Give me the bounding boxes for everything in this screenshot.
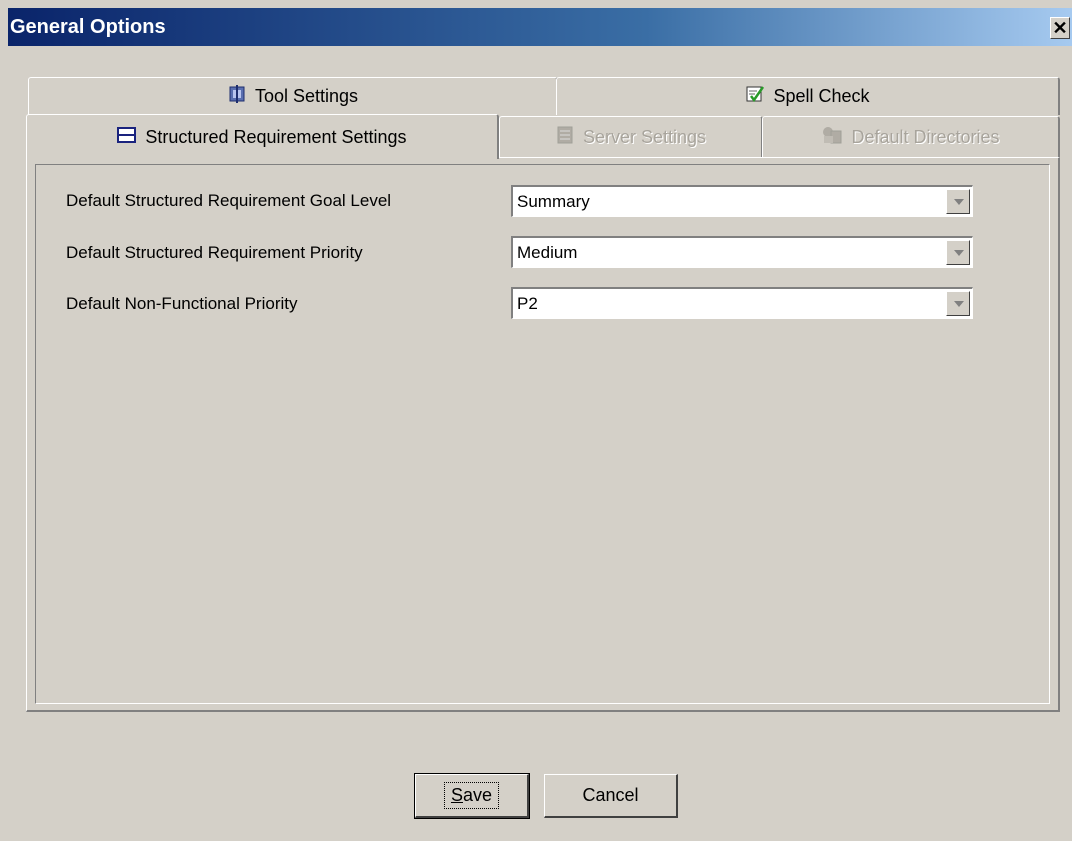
tab-label: Structured Requirement Settings bbox=[145, 126, 407, 147]
server-icon bbox=[555, 125, 575, 150]
close-icon: ✕ bbox=[1052, 18, 1068, 38]
goal-level-value: Summary bbox=[517, 192, 590, 211]
tab-structured-requirement-settings[interactable]: Structured Requirement Settings bbox=[26, 114, 499, 159]
title-bar[interactable]: General Options ✕ bbox=[8, 8, 1072, 46]
goal-level-label: Default Structured Requirement Goal Leve… bbox=[66, 191, 392, 210]
directories-icon bbox=[821, 125, 843, 150]
tab-label: Tool Settings bbox=[254, 86, 359, 106]
chevron-down-icon[interactable] bbox=[946, 291, 970, 316]
tab-label: Default Directories bbox=[851, 127, 1000, 147]
priority-value: Medium bbox=[517, 243, 578, 262]
non-functional-priority-select[interactable]: P2 bbox=[511, 287, 973, 319]
close-button[interactable]: ✕ bbox=[1050, 17, 1070, 39]
save-label-rest: ave bbox=[462, 785, 493, 805]
tab-label: Spell Check bbox=[773, 86, 870, 106]
tab-label: Server Settings bbox=[582, 127, 707, 147]
window-title: General Options bbox=[10, 16, 166, 38]
cancel-button-label: Cancel bbox=[582, 785, 639, 805]
cancel-button[interactable]: Cancel bbox=[544, 774, 678, 818]
chevron-down-icon[interactable] bbox=[946, 189, 970, 214]
spell-check-icon bbox=[745, 84, 765, 109]
tab-default-directories[interactable]: Default Directories bbox=[762, 116, 1060, 158]
tab-tool-settings[interactable]: Tool Settings bbox=[28, 77, 558, 115]
priority-select[interactable]: Medium bbox=[511, 236, 973, 268]
goal-level-select[interactable]: Summary bbox=[511, 185, 973, 217]
non-functional-priority-value: P2 bbox=[517, 294, 538, 313]
save-button[interactable]: Save bbox=[414, 773, 530, 819]
tool-settings-icon bbox=[227, 84, 247, 109]
save-mnemonic: S bbox=[450, 785, 463, 805]
chevron-down-icon[interactable] bbox=[946, 240, 970, 265]
non-functional-priority-label: Default Non-Functional Priority bbox=[66, 294, 298, 313]
structured-requirement-icon bbox=[117, 126, 137, 149]
tab-server-settings[interactable]: Server Settings bbox=[499, 116, 763, 158]
save-button-label: Save bbox=[443, 782, 500, 809]
tab-spell-check[interactable]: Spell Check bbox=[556, 77, 1060, 115]
priority-label: Default Structured Requirement Priority bbox=[66, 243, 363, 262]
